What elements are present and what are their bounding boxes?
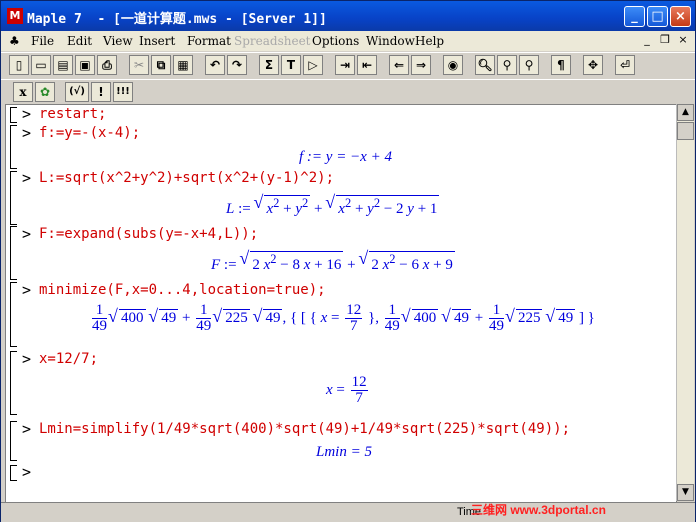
maximize-button[interactable]: □ — [647, 6, 668, 27]
execute-all-button[interactable]: !!! — [113, 82, 133, 102]
new-icon[interactable]: ▯ — [9, 55, 29, 75]
prompt: > — [22, 350, 32, 368]
watermark: 三维网 www.3dportal.cn — [471, 503, 606, 517]
open-icon[interactable]: ▭ — [31, 55, 51, 75]
prompt: > — [22, 281, 32, 299]
input-F[interactable]: F:=expand(subs(y=-x+4,L)); — [39, 226, 258, 242]
output-f: f := y = −x + 4 — [299, 149, 392, 165]
menu-edit[interactable]: Edit — [67, 34, 92, 48]
output-x: x = 12 7 — [326, 374, 368, 406]
scroll-up-icon[interactable]: ▲ — [677, 104, 694, 121]
group-bracket — [10, 107, 17, 123]
doc-close-button[interactable]: × — [675, 33, 691, 47]
sum-icon[interactable]: Σ — [259, 55, 279, 75]
input-minimize[interactable]: minimize(F,x=0...4,location=true); — [39, 282, 326, 298]
menu-insert[interactable]: Insert — [139, 34, 175, 48]
group-bracket — [10, 226, 17, 280]
input-restart[interactable]: restart; — [39, 106, 106, 122]
zoom-1-icon[interactable]: 🔍︎ — [475, 55, 495, 75]
input-L[interactable]: L:=sqrt(x^2+y^2)+sqrt(x^2+(y-1)^2); — [39, 170, 334, 186]
output-minimize: 149400 49 + 149225 49, { [ { x = 127 }, … — [90, 303, 595, 334]
document-menu-icon[interactable]: ♣ — [9, 34, 20, 48]
maple-leaf-icon[interactable]: ✿ — [35, 82, 55, 102]
menu-format[interactable]: Format — [187, 34, 231, 48]
group-bracket — [10, 421, 17, 461]
group-bracket — [10, 351, 17, 415]
stop-icon[interactable]: ◉ — [443, 55, 463, 75]
group-bracket — [10, 171, 17, 225]
menu-bar: ♣ File Edit View Insert Format Spreadshe… — [1, 31, 695, 51]
input-f[interactable]: f:=y=-(x-4); — [39, 125, 140, 141]
context-toolbar: x ✿ (√) ! !!! — [1, 79, 695, 104]
menu-options[interactable]: Options — [312, 34, 359, 48]
menu-view[interactable]: View — [103, 34, 133, 48]
redo-icon[interactable]: ↷ — [227, 55, 247, 75]
group-bracket — [10, 282, 17, 347]
doc-restore-button[interactable]: ❐ — [657, 33, 673, 47]
prompt: > — [22, 225, 32, 243]
menu-window[interactable]: Window — [366, 34, 415, 48]
input-Lmin[interactable]: Lmin=simplify(1/49*sqrt(400)*sqrt(49)+1/… — [39, 421, 570, 437]
zoom-3-icon[interactable]: ⚲ — [519, 55, 539, 75]
cut-icon[interactable]: ✂ — [129, 55, 149, 75]
outdent-icon[interactable]: ⇤ — [357, 55, 377, 75]
expand-icon[interactable]: ✥ — [583, 55, 603, 75]
text-icon[interactable]: T — [281, 55, 301, 75]
group-bracket — [10, 125, 17, 169]
main-toolbar: ▯ ▭ ▤ ▣ ⎙ ✂ ⧉ ▦ ↶ ↷ Σ T ▷ ⇥ ⇤ ⇐ ⇒ ◉ 🔍︎ ⚲… — [1, 52, 695, 79]
title-bar[interactable]: M Maple 7 - [一道计算题.mws - [Server 1]] _ □… — [1, 1, 695, 31]
restart-icon[interactable]: ⏎ — [615, 55, 635, 75]
vertical-scrollbar[interactable]: ▲ ▼ — [676, 104, 694, 501]
close-button[interactable]: × — [670, 6, 691, 27]
prompt-icon[interactable]: ▷ — [303, 55, 323, 75]
forward-icon[interactable]: ⇒ — [411, 55, 431, 75]
prompt: > — [22, 124, 32, 142]
group-bracket — [10, 465, 17, 481]
execute-button[interactable]: ! — [91, 82, 111, 102]
prompt: > — [22, 463, 32, 481]
fraction-button[interactable]: (√) — [65, 82, 89, 102]
print-icon[interactable]: ⎙ — [97, 55, 117, 75]
menu-spreadsheet[interactable]: Spreadsheet — [234, 34, 311, 48]
undo-icon[interactable]: ↶ — [205, 55, 225, 75]
paragraph-icon[interactable]: ¶ — [551, 55, 571, 75]
menu-file[interactable]: File — [31, 34, 54, 48]
output-Lmin: Lmin = 5 — [316, 444, 372, 460]
output-F: F := 2 x2 − 8 x + 16 + 2 x2 − 6 x + 9 — [211, 248, 455, 274]
indent-icon[interactable]: ⇥ — [335, 55, 355, 75]
minimize-button[interactable]: _ — [624, 6, 645, 27]
menu-help[interactable]: Help — [415, 34, 444, 48]
worksheet[interactable]: > restart; > f:=y=-(x-4); f := y = −x + … — [5, 104, 677, 503]
open-server-icon[interactable]: ▤ — [53, 55, 73, 75]
prompt: > — [22, 420, 32, 438]
text-input-x-button[interactable]: x — [13, 82, 33, 102]
paste-icon[interactable]: ▦ — [173, 55, 193, 75]
save-icon[interactable]: ▣ — [75, 55, 95, 75]
prompt: > — [22, 105, 32, 123]
scroll-down-icon[interactable]: ▼ — [677, 484, 694, 501]
back-icon[interactable]: ⇐ — [389, 55, 409, 75]
doc-minimize-button[interactable]: _ — [639, 33, 655, 47]
maple-app-icon: M — [7, 8, 23, 24]
maple-window: M Maple 7 - [一道计算题.mws - [Server 1]] _ □… — [0, 0, 696, 522]
window-title: Maple 7 - [一道计算题.mws - [Server 1]] — [27, 12, 327, 27]
copy-icon[interactable]: ⧉ — [151, 55, 171, 75]
output-L: L := x2 + y2 + x2 + y2 − 2 y + 1 — [226, 192, 440, 218]
input-x[interactable]: x=12/7; — [39, 351, 98, 367]
zoom-2-icon[interactable]: ⚲ — [497, 55, 517, 75]
prompt: > — [22, 169, 32, 187]
scroll-thumb[interactable] — [677, 122, 694, 140]
